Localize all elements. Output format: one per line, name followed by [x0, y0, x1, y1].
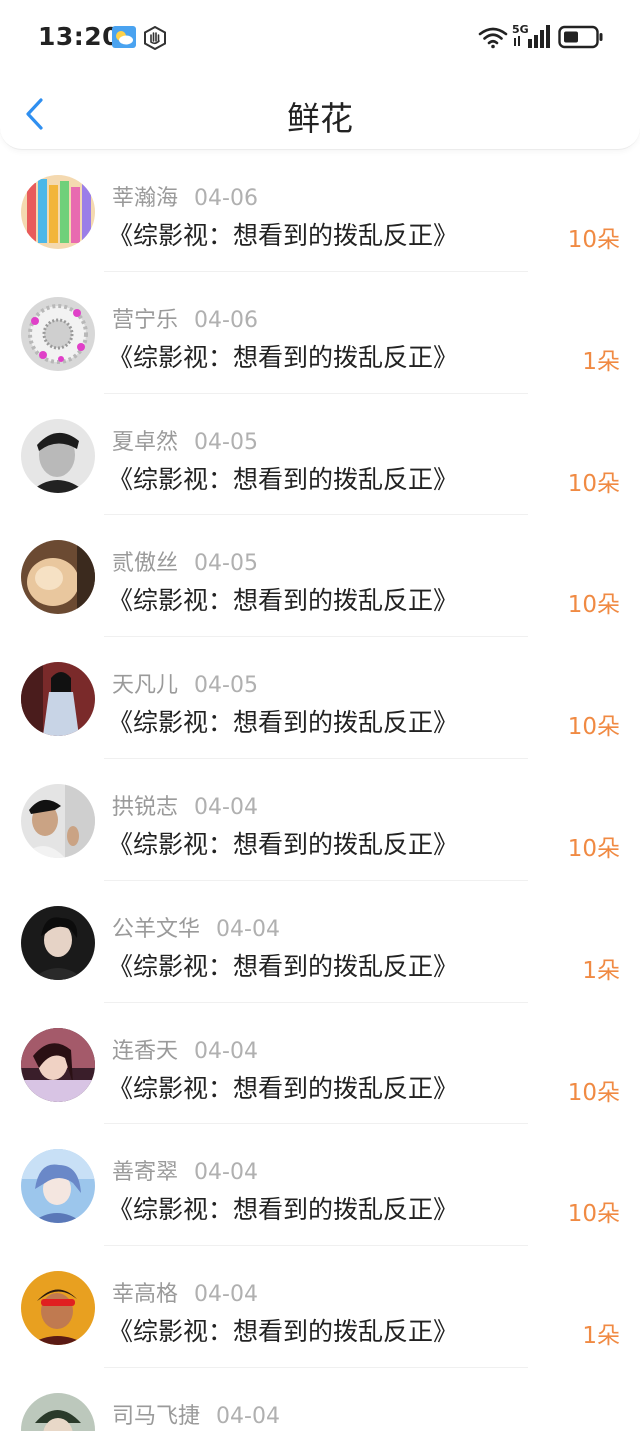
avatar[interactable]: [21, 905, 95, 980]
sender-line: 司马飞捷 04-04: [112, 1398, 280, 1430]
flower-count: 10朵: [567, 592, 620, 619]
list-item[interactable]: 幸高格 04-04 《综影视：想看到的拨乱反正》 1朵: [0, 1246, 640, 1368]
sender-name: 善寄翠: [112, 1160, 179, 1186]
avatar[interactable]: [21, 1271, 95, 1346]
sender-line: 幸高格 04-04: [112, 1276, 258, 1308]
list-item[interactable]: 莘瀚海 04-06 《综影视：想看到的拨乱反正》 10朵: [0, 150, 640, 272]
sender-name: 公羊文华: [112, 916, 201, 942]
book-title: 《综影视：想看到的拨乱反正》: [108, 586, 459, 616]
header-bar: 13:20 5G 鲜花: [0, 0, 640, 150]
book-title: 《综影视：想看到的拨乱反正》: [108, 1195, 459, 1225]
list-item[interactable]: 公羊文华 04-04 《综影视：想看到的拨乱反正》 1朵: [0, 881, 640, 1003]
book-title: 《综影视：想看到的拨乱反正》: [108, 1317, 459, 1347]
sender-line: 善寄翠 04-04: [112, 1154, 258, 1186]
sender-name: 夏卓然: [112, 429, 179, 455]
gift-date: 04-04: [194, 1160, 258, 1186]
sender-name: 连香天: [112, 1038, 179, 1064]
sender-name: 天凡儿: [112, 673, 179, 699]
avatar[interactable]: [21, 1392, 95, 1431]
book-title: 《综影视：想看到的拨乱反正》: [108, 342, 459, 372]
list-item[interactable]: 连香天 04-04 《综影视：想看到的拨乱反正》 10朵: [0, 1003, 640, 1125]
cell-signal-icon: 5G: [512, 23, 550, 48]
sender-line: 天凡儿 04-05: [112, 667, 258, 699]
hand-stop-icon: [144, 26, 166, 50]
flower-count: 10朵: [567, 227, 620, 253]
list-item[interactable]: 天凡儿 04-05 《综影视：想看到的拨乱反正》 10朵: [0, 637, 640, 759]
list-item[interactable]: 拱锐志 04-04 《综影视：想看到的拨乱反正》 10朵: [0, 759, 640, 881]
gift-date: 04-06: [194, 307, 258, 333]
book-title: 《综影视：想看到的拨乱反正》: [108, 1073, 459, 1103]
avatar[interactable]: [21, 418, 95, 493]
book-title: 《综影视：想看到的拨乱反正》: [108, 464, 459, 494]
sender-name: 司马飞捷: [112, 1403, 201, 1429]
book-title: 《综影视：想看到的拨乱反正》: [108, 221, 459, 250]
list-item[interactable]: 善寄翠 04-04 《综影视：想看到的拨乱反正》 10朵: [0, 1124, 640, 1247]
sender-line: 公羊文华 04-04: [112, 911, 280, 943]
avatar[interactable]: [21, 296, 95, 371]
flower-count: 10朵: [567, 714, 620, 741]
gift-date: 04-04: [194, 794, 258, 820]
list-item[interactable]: 营宁乐 04-06 《综影视：想看到的拨乱反正》 1朵: [0, 272, 640, 394]
gift-date: 04-04: [194, 1282, 258, 1308]
avatar[interactable]: [21, 1149, 95, 1224]
sender-line: 夏卓然 04-05: [112, 424, 258, 456]
book-title: 《综影视：想看到的拨乱反正》: [108, 951, 459, 981]
status-bar: 13:20 5G: [0, 0, 640, 76]
sender-name: 营宁乐: [112, 307, 179, 333]
sender-line: 贰傲丝 04-05: [112, 545, 258, 577]
sender-line: 营宁乐 04-06: [112, 302, 258, 334]
gift-date: 04-05: [194, 429, 258, 455]
gift-date: 04-05: [194, 551, 258, 577]
flower-count: 10朵: [567, 1079, 620, 1106]
avatar[interactable]: [21, 662, 95, 737]
network-type-label: 5G: [512, 23, 529, 36]
flower-gift-list: 莘瀚海 04-06 《综影视：想看到的拨乱反正》 10朵 营宁乐 04-06 《综影…: [0, 150, 640, 1431]
flower-count: 10朵: [567, 1201, 620, 1228]
flower-count: 1朵: [582, 1323, 620, 1350]
book-title: 《综影视：想看到的拨乱反正》: [108, 708, 459, 738]
sender-name: 拱锐志: [112, 794, 179, 820]
flower-count: 1朵: [582, 957, 620, 984]
sender-name: 莘瀚海: [112, 186, 179, 211]
flower-count: 1朵: [582, 348, 620, 375]
avatar[interactable]: [21, 1027, 95, 1102]
sender-name: 幸高格: [112, 1282, 179, 1308]
status-time: 13:20: [38, 22, 121, 51]
flower-count: 10朵: [567, 835, 620, 862]
sender-line: 拱锐志 04-04: [112, 789, 258, 821]
book-title: 《综影视：想看到的拨乱反正》: [108, 829, 459, 859]
list-item[interactable]: 夏卓然 04-05 《综影视：想看到的拨乱反正》 10朵: [0, 394, 640, 516]
gift-date: 04-04: [216, 1403, 280, 1429]
page-title: 鲜花: [287, 99, 353, 138]
gift-date: 04-04: [194, 1038, 258, 1064]
weather-sun-cloud-icon: [112, 26, 136, 48]
gift-date: 04-06: [194, 186, 258, 211]
avatar[interactable]: [21, 783, 95, 858]
sender-line: 连香天 04-04: [112, 1033, 258, 1065]
wifi-icon: [478, 27, 508, 49]
gift-date: 04-05: [194, 673, 258, 699]
avatar[interactable]: [21, 175, 95, 249]
flower-count: 10朵: [567, 470, 620, 497]
sender-line: 莘瀚海 04-06: [112, 180, 258, 212]
sender-name: 贰傲丝: [112, 551, 179, 577]
gift-date: 04-04: [216, 916, 280, 942]
avatar[interactable]: [21, 540, 95, 615]
list-item[interactable]: 司马飞捷 04-04: [0, 1368, 640, 1431]
list-item[interactable]: 贰傲丝 04-05 《综影视：想看到的拨乱反正》 10朵: [0, 515, 640, 638]
battery-icon: [558, 25, 603, 49]
